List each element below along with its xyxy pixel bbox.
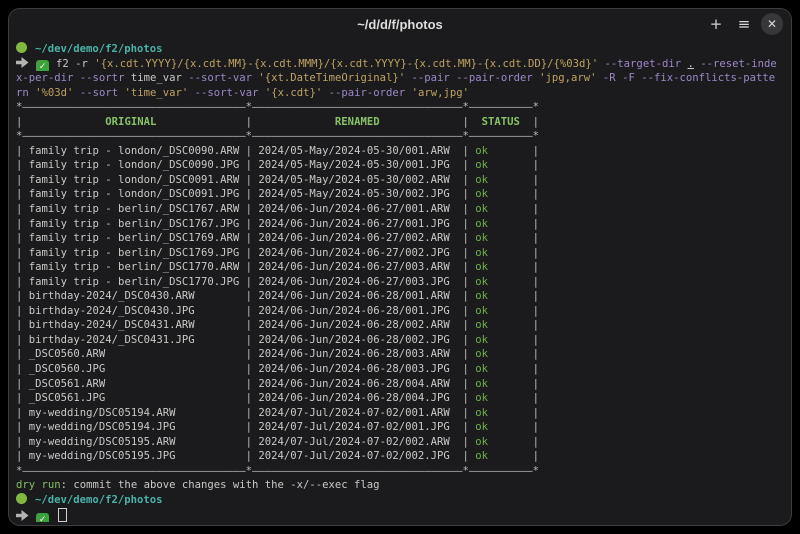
terminal-window: ~/d/d/f/photos + ≡ ✕ ~/dev/demo/f2/photo… <box>8 8 792 526</box>
table-line: | my-wedding/DSC05194.ARW | 2024/07-Jul/… <box>16 406 788 421</box>
table-line: | birthday-2024/_DSC0430.ARW | 2024/06-J… <box>16 289 788 304</box>
command-text: x-per-dir --sortr time_var --sort-var '{… <box>16 72 775 84</box>
menu-button[interactable]: ≡ <box>733 13 755 35</box>
table-line: | my-wedding/DSC05194.JPG | 2024/07-Jul/… <box>16 420 788 435</box>
table-line: | birthday-2024/_DSC0430.JPG | 2024/06-J… <box>16 304 788 319</box>
table-line: | _DSC0561.JPG | 2024/06-Jun/2024-06-28/… <box>16 391 788 406</box>
dry-run-label: dry run <box>16 479 61 491</box>
table-line: | my-wedding/DSC05195.ARW | 2024/07-Jul/… <box>16 435 788 450</box>
close-button[interactable]: ✕ <box>761 13 783 35</box>
prompt-line-3: ✓ <box>16 508 788 523</box>
table-line: | family trip - london/_DSC0091.JPG | 20… <box>16 187 788 202</box>
table-line: | family trip - london/_DSC0090.JPG | 20… <box>16 158 788 173</box>
prompt-status-circle-icon <box>16 42 27 53</box>
table-line: | _DSC0560.ARW | 2024/06-Jun/2024-06-28/… <box>16 347 788 362</box>
table-line: | family trip - berlin/_DSC1770.JPG | 20… <box>16 275 788 290</box>
prompt-arrow-icon <box>16 57 29 72</box>
table-line: | ORIGINAL | RENAMED | STATUS | <box>16 115 788 130</box>
table-line: | family trip - berlin/_DSC1767.JPG | 20… <box>16 217 788 232</box>
command-line-3: rn '%03d' --sort 'time_var' --sort-var '… <box>16 86 788 101</box>
prompt-path: ~/dev/demo/f2/photos <box>35 43 163 55</box>
rename-table: *———————————————————————————————————*———… <box>16 100 788 478</box>
table-line: *———————————————————————————————————*———… <box>16 129 788 144</box>
prompt-status-circle-icon <box>16 493 27 504</box>
table-line: *———————————————————————————————————*———… <box>16 100 788 115</box>
command-line-1: ✓ f2 -r '{x.cdt.YYYY}/{x.cdt.MM}-{x.cdt.M… <box>16 57 788 72</box>
success-checkmark-icon: ✓ <box>36 60 49 72</box>
table-line: | family trip - berlin/_DSC1769.ARW | 20… <box>16 231 788 246</box>
terminal-output[interactable]: ~/dev/demo/f2/photos ✓ f2 -r '{x.cdt.YYYY… <box>9 39 791 525</box>
prompt-path: ~/dev/demo/f2/photos <box>35 494 163 506</box>
titlebar[interactable]: ~/d/d/f/photos + ≡ ✕ <box>9 9 791 39</box>
table-line: | birthday-2024/_DSC0431.JPG | 2024/06-J… <box>16 333 788 348</box>
prompt-line-1: ~/dev/demo/f2/photos <box>16 42 788 57</box>
table-line: | birthday-2024/_DSC0431.ARW | 2024/06-J… <box>16 318 788 333</box>
table-line: | family trip - berlin/_DSC1769.JPG | 20… <box>16 246 788 261</box>
table-line: | family trip - london/_DSC0091.ARW | 20… <box>16 173 788 188</box>
titlebar-controls: + ≡ ✕ <box>705 9 783 39</box>
terminal-cursor[interactable] <box>58 508 67 522</box>
table-line: | my-wedding/DSC05195.JPG | 2024/07-Jul/… <box>16 449 788 464</box>
window-title: ~/d/d/f/photos <box>357 17 443 32</box>
dry-run-message: : commit the above changes with the -x/-… <box>61 479 380 491</box>
command-text: f2 -r '{x.cdt.YYYY}/{x.cdt.MM}-{x.cdt.MM… <box>56 58 777 70</box>
table-line: | family trip - london/_DSC0090.ARW | 20… <box>16 144 788 159</box>
dry-run-line: dry run: commit the above changes with t… <box>16 478 788 493</box>
table-line: | _DSC0560.JPG | 2024/06-Jun/2024-06-28/… <box>16 362 788 377</box>
success-checkmark-icon: ✓ <box>36 513 49 523</box>
new-tab-button[interactable]: + <box>705 13 727 35</box>
table-line: | _DSC0561.ARW | 2024/06-Jun/2024-06-28/… <box>16 377 788 392</box>
command-text: rn '%03d' --sort 'time_var' --sort-var '… <box>16 87 469 99</box>
prompt-arrow-icon <box>16 510 29 523</box>
command-line-2: x-per-dir --sortr time_var --sort-var '{… <box>16 71 788 86</box>
table-line: | family trip - berlin/_DSC1767.ARW | 20… <box>16 202 788 217</box>
table-line: *———————————————————————————————————*———… <box>16 464 788 479</box>
table-line: | family trip - berlin/_DSC1770.ARW | 20… <box>16 260 788 275</box>
prompt-line-2: ~/dev/demo/f2/photos <box>16 493 788 508</box>
